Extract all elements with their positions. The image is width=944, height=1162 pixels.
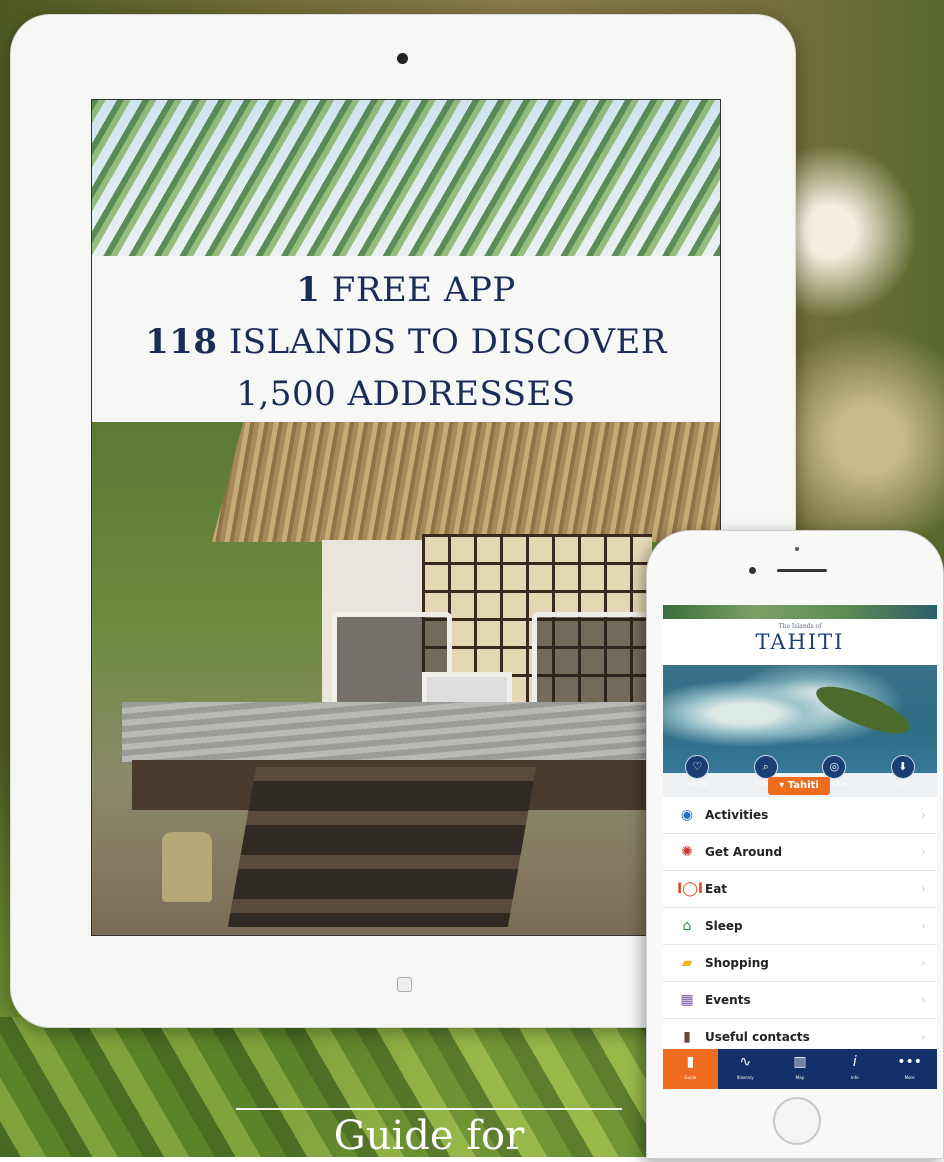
eye-icon: ◉: [680, 807, 694, 823]
bungalow-photo: [92, 422, 720, 935]
app-subtitle: The Islands of: [778, 623, 822, 630]
header-photo-strip: [663, 605, 937, 619]
menu-item-activities[interactable]: ◉ Activities ›: [663, 797, 937, 834]
banner-line-1: 1 FREE APP: [296, 270, 516, 310]
chevron-right-icon: ›: [921, 956, 926, 970]
chevron-right-icon: ›: [921, 919, 926, 933]
search-icon: ⌕: [753, 755, 778, 779]
camera-icon: [397, 53, 408, 64]
stone-lantern: [162, 832, 212, 902]
download-icon: ⬇: [890, 755, 915, 779]
promo-banner: 1 FREE APP 118 ISLANDS TO DISCOVER 1,500…: [92, 256, 720, 422]
app-title: TAHITI: [755, 630, 845, 654]
footer-guide-text: Guide for: [236, 1108, 622, 1159]
itinerary-icon: ∿: [739, 1054, 752, 1070]
banner-line-3: 1,500 ADDRESSES: [236, 374, 576, 414]
guide-icon: ▮: [686, 1054, 695, 1070]
caret-down-icon: ▾: [779, 780, 785, 791]
menu-list: ◉ Activities › ✺ Get Around › Ⅰ◯Ⅰ Eat › …: [663, 797, 937, 1056]
compass-icon: ✺: [681, 844, 693, 860]
more-icon: •••: [897, 1054, 922, 1070]
bungalow-icon: ⌂: [682, 918, 692, 934]
thatched-roof: [212, 422, 720, 542]
deck: [122, 702, 720, 762]
favorites-button[interactable]: ♡ FAVORITES: [672, 755, 722, 787]
iphone-device: The Islands of TAHITI ♡ FAVORITES ⌕ SEAR…: [646, 530, 944, 1159]
speaker-grille: [777, 569, 827, 572]
home-button[interactable]: [773, 1097, 821, 1145]
shopping-bag-icon: ▰: [681, 955, 693, 971]
menu-item-shopping[interactable]: ▰ Shopping ›: [663, 945, 937, 982]
sensor-dot: [795, 547, 799, 551]
stairs: [227, 767, 537, 927]
nav-info[interactable]: i Info: [827, 1049, 882, 1089]
home-button[interactable]: [397, 977, 412, 992]
camera-icon: [749, 567, 756, 574]
heart-icon: ♡: [685, 755, 710, 779]
ipad-screen: 1 FREE APP 118 ISLANDS TO DISCOVER 1,500…: [91, 99, 721, 936]
map-icon: ▥: [793, 1054, 807, 1070]
bottom-nav: ▮ Guide ∿ Itinerary ▥ Map i Info ••• Mor…: [663, 1049, 937, 1089]
motu-island: [811, 677, 915, 743]
chevron-right-icon: ›: [921, 882, 926, 896]
calendar-icon: ▦: [680, 992, 694, 1008]
chevron-right-icon: ›: [921, 845, 926, 859]
chevron-right-icon: ›: [921, 1030, 926, 1044]
menu-item-sleep[interactable]: ⌂ Sleep ›: [663, 908, 937, 945]
menu-item-get-around[interactable]: ✺ Get Around ›: [663, 834, 937, 871]
banner-line-2: 118 ISLANDS TO DISCOVER: [145, 322, 667, 362]
book-icon: ▮: [683, 1029, 691, 1045]
lagoon-hero-image: ♡ FAVORITES ⌕ SEARCH ◎ AROUND ME ⬇ AIR: [663, 665, 937, 787]
nav-map[interactable]: ▥ Map: [773, 1049, 828, 1089]
menu-item-eat[interactable]: Ⅰ◯Ⅰ Eat ›: [663, 871, 937, 908]
info-icon: i: [852, 1054, 857, 1070]
nav-guide[interactable]: ▮ Guide: [663, 1049, 718, 1089]
nav-more[interactable]: ••• More: [882, 1049, 937, 1089]
chevron-right-icon: ›: [921, 993, 926, 1007]
compass-icon: ◎: [822, 755, 847, 779]
air-button[interactable]: ⬇ AIR: [878, 755, 928, 787]
restaurant-icon: Ⅰ◯Ⅰ: [677, 881, 704, 897]
island-selector[interactable]: ▾ Tahiti: [768, 777, 830, 795]
nav-itinerary[interactable]: ∿ Itinerary: [718, 1049, 773, 1089]
menu-item-events[interactable]: ▦ Events ›: [663, 982, 937, 1019]
phone-screen: The Islands of TAHITI ♡ FAVORITES ⌕ SEAR…: [663, 605, 937, 1089]
palm-fronds: [92, 100, 720, 270]
app-header: The Islands of TAHITI: [663, 605, 937, 665]
chevron-right-icon: ›: [921, 808, 926, 822]
